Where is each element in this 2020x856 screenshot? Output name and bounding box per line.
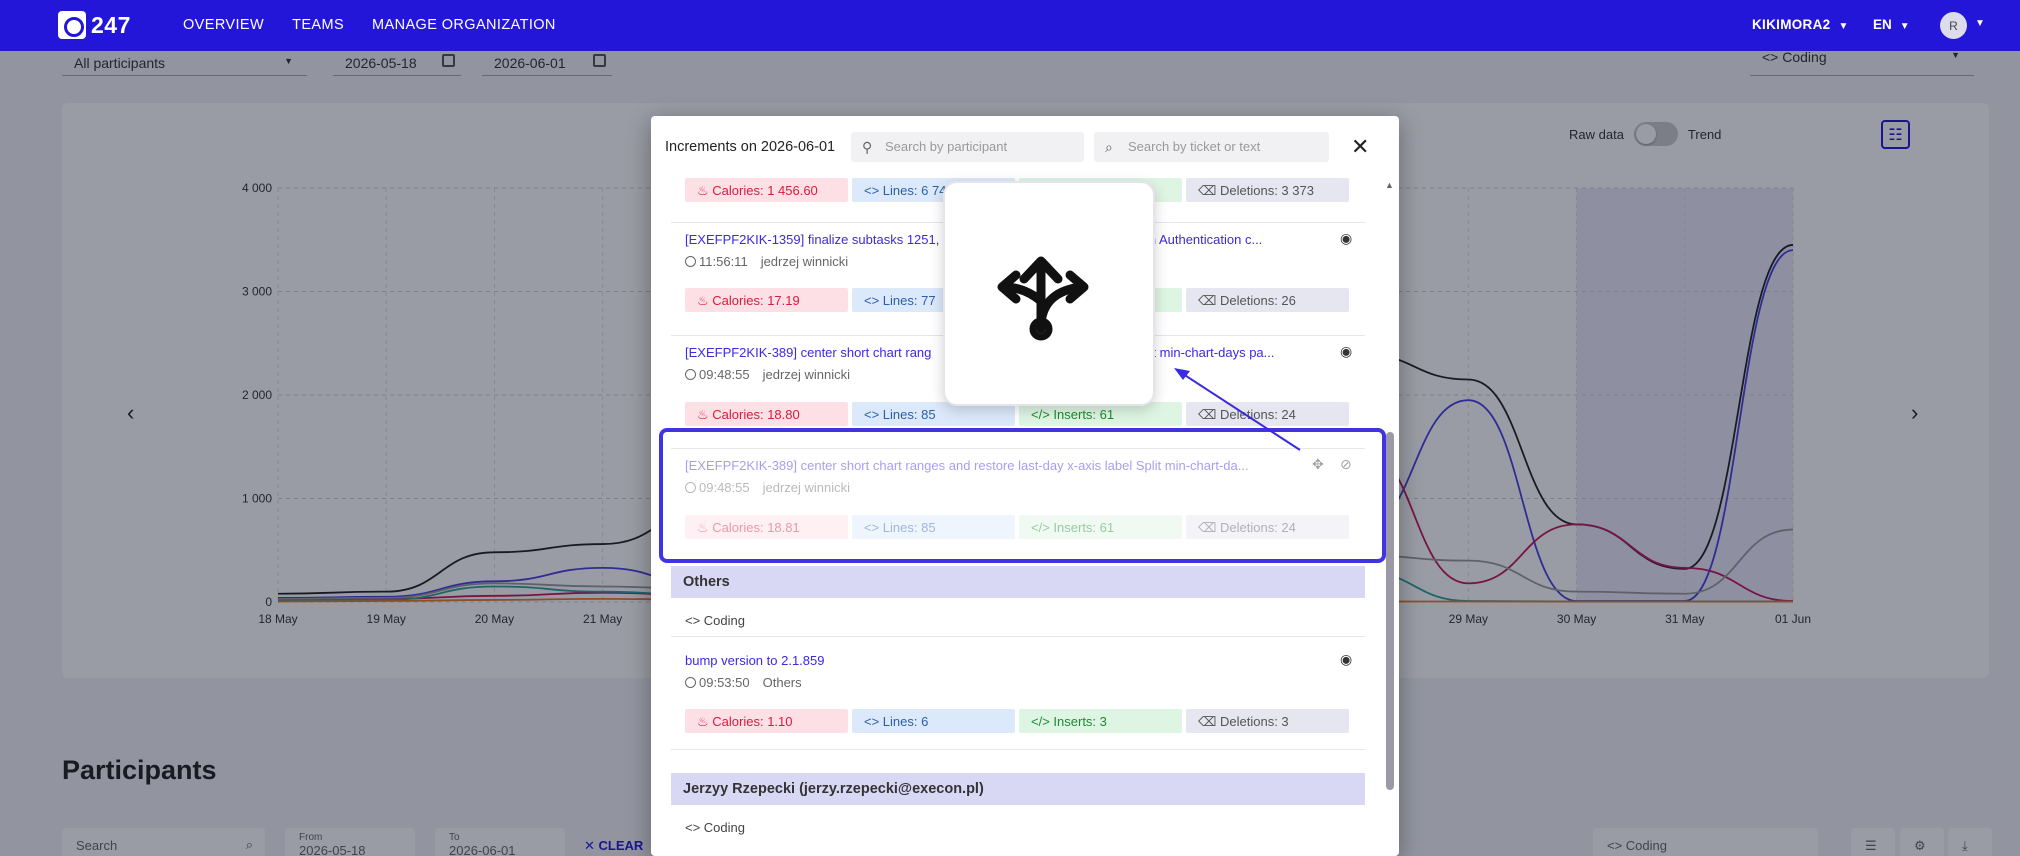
increment-time: 09:48:55 bbox=[699, 367, 750, 382]
search-participant-input[interactable]: ⚲ Search by participant bbox=[851, 132, 1084, 162]
increment-author: jedrzej winnicki bbox=[762, 367, 851, 382]
search-ticket-placeholder: Search by ticket or text bbox=[1128, 139, 1261, 154]
eye-icon[interactable]: ◉ bbox=[1340, 343, 1352, 360]
drag-hint-card bbox=[943, 181, 1155, 406]
inserts-value: Inserts: 61 bbox=[1053, 407, 1115, 422]
code-icon: </> bbox=[1031, 714, 1054, 729]
increment-title-start: [EXEFPF2KIK-1359] finalize subtasks 1251… bbox=[685, 232, 947, 247]
eye-icon[interactable]: ◉ bbox=[1340, 651, 1352, 668]
deletions-value: Deletions: 3 bbox=[1220, 714, 1289, 729]
clock-icon bbox=[685, 369, 696, 380]
deletions-value: Deletions: 26 bbox=[1220, 293, 1296, 308]
group-category: <> Coding bbox=[685, 613, 745, 628]
increment-time: 09:53:50 bbox=[699, 675, 750, 690]
inserts-value: Inserts: 3 bbox=[1053, 714, 1107, 729]
code-icon: </> bbox=[1031, 407, 1054, 422]
calories-value: Calories: 1.10 bbox=[712, 714, 793, 729]
calories-value: Calories: 1 456.60 bbox=[712, 183, 818, 198]
search-ticket-input[interactable]: ⌕ Search by ticket or text bbox=[1094, 132, 1329, 162]
fire-icon: ♨ bbox=[697, 714, 713, 729]
group-category-label: Coding bbox=[703, 820, 745, 835]
calories-tag: ♨ Calories: 17.19 bbox=[685, 288, 848, 312]
increment-author: Others bbox=[762, 675, 802, 690]
code-icon: <> bbox=[864, 407, 883, 422]
calories-value: Calories: 17.19 bbox=[712, 293, 800, 308]
eye-icon[interactable]: ◉ bbox=[1340, 230, 1352, 247]
lines-value: Lines: 85 bbox=[882, 407, 936, 422]
deletions-tag: ⌫ Deletions: 24 bbox=[1186, 402, 1349, 426]
calories-tag: ♨ Calories: 18.80 bbox=[685, 402, 848, 426]
calories-tag: ♨ Calories: 1.10 bbox=[685, 709, 848, 733]
clock-icon bbox=[685, 677, 696, 688]
increment-title-end: plit min-chart-days pa... bbox=[1139, 345, 1275, 360]
deletions-tag: ⌫ Deletions: 3 373 bbox=[1186, 178, 1349, 202]
lines-value: Lines: 6 bbox=[882, 714, 929, 729]
modal-header: Increments on 2026-06-01 ⚲ Search by par… bbox=[651, 116, 1399, 176]
code-icon: <> bbox=[685, 613, 704, 628]
deletions-value: Deletions: 24 bbox=[1220, 407, 1296, 422]
modal-scrollbar[interactable] bbox=[1386, 432, 1394, 790]
increment-author: jedrzej winnicki bbox=[760, 254, 849, 269]
modal-title: Increments on 2026-06-01 bbox=[665, 139, 836, 155]
group-category: <> Coding bbox=[685, 820, 745, 835]
deletions-icon: ⌫ bbox=[1198, 183, 1220, 198]
deletions-value: Deletions: 3 373 bbox=[1220, 183, 1314, 198]
deletions-icon: ⌫ bbox=[1198, 293, 1220, 308]
calories-value: Calories: 18.80 bbox=[712, 407, 800, 422]
code-icon: <> bbox=[864, 714, 883, 729]
increment-time: 11:56:11 bbox=[699, 254, 748, 269]
lines-value: Lines: 6 74 bbox=[882, 183, 947, 198]
fire-icon: ♨ bbox=[697, 293, 713, 308]
calories-tag: ♨ Calories: 1 456.60 bbox=[685, 178, 848, 202]
metric-tags: ♨ Calories: 1.10 <> Lines: 6 </> Inserts… bbox=[685, 709, 1349, 733]
increment-title[interactable]: bump version to 2.1.859 bbox=[685, 653, 1305, 668]
code-icon: <> bbox=[685, 820, 704, 835]
group-header-others: Others bbox=[671, 566, 1365, 598]
scroll-up-arrow-icon[interactable]: ▲ bbox=[1385, 180, 1394, 190]
drag-drop-outline bbox=[659, 428, 1386, 563]
fire-icon: ♨ bbox=[697, 407, 713, 422]
close-icon: ✕ bbox=[1351, 134, 1370, 159]
list-item[interactable]: bump version to 2.1.859 ◉ 09:53:50 Others… bbox=[671, 637, 1365, 750]
lines-tag: <> Lines: 6 bbox=[852, 709, 1015, 733]
fire-icon: ♨ bbox=[697, 183, 713, 198]
code-icon: <> bbox=[864, 293, 883, 308]
increment-meta: 09:48:55 jedrzej winnicki bbox=[685, 367, 850, 382]
deletions-icon: ⌫ bbox=[1198, 407, 1220, 422]
increment-meta: 11:56:11 jedrzej winnicki bbox=[685, 254, 848, 269]
increment-title-start: [EXEFPF2KIK-389] center short chart rang bbox=[685, 345, 932, 360]
close-modal-button[interactable]: ✕ bbox=[1351, 134, 1369, 160]
user-search-icon: ⚲ bbox=[862, 139, 873, 155]
search-participant-placeholder: Search by participant bbox=[885, 139, 1008, 154]
search-icon: ⌕ bbox=[1105, 139, 1113, 155]
inserts-tag: </> Inserts: 3 bbox=[1019, 709, 1182, 733]
increment-meta: 09:53:50 Others bbox=[685, 675, 802, 690]
deletions-icon: ⌫ bbox=[1198, 714, 1220, 729]
deletions-tag: ⌫ Deletions: 26 bbox=[1186, 288, 1349, 312]
group-category-label: Coding bbox=[703, 613, 745, 628]
clock-icon bbox=[685, 256, 696, 267]
split-arrow-icon bbox=[997, 256, 1089, 340]
group-header-participant: Jerzyy Rzepecki (jerzy.rzepecki@execon.p… bbox=[671, 773, 1365, 805]
deletions-tag: ⌫ Deletions: 3 bbox=[1186, 709, 1349, 733]
lines-value: Lines: 77 bbox=[882, 293, 936, 308]
code-icon: <> bbox=[864, 183, 883, 198]
